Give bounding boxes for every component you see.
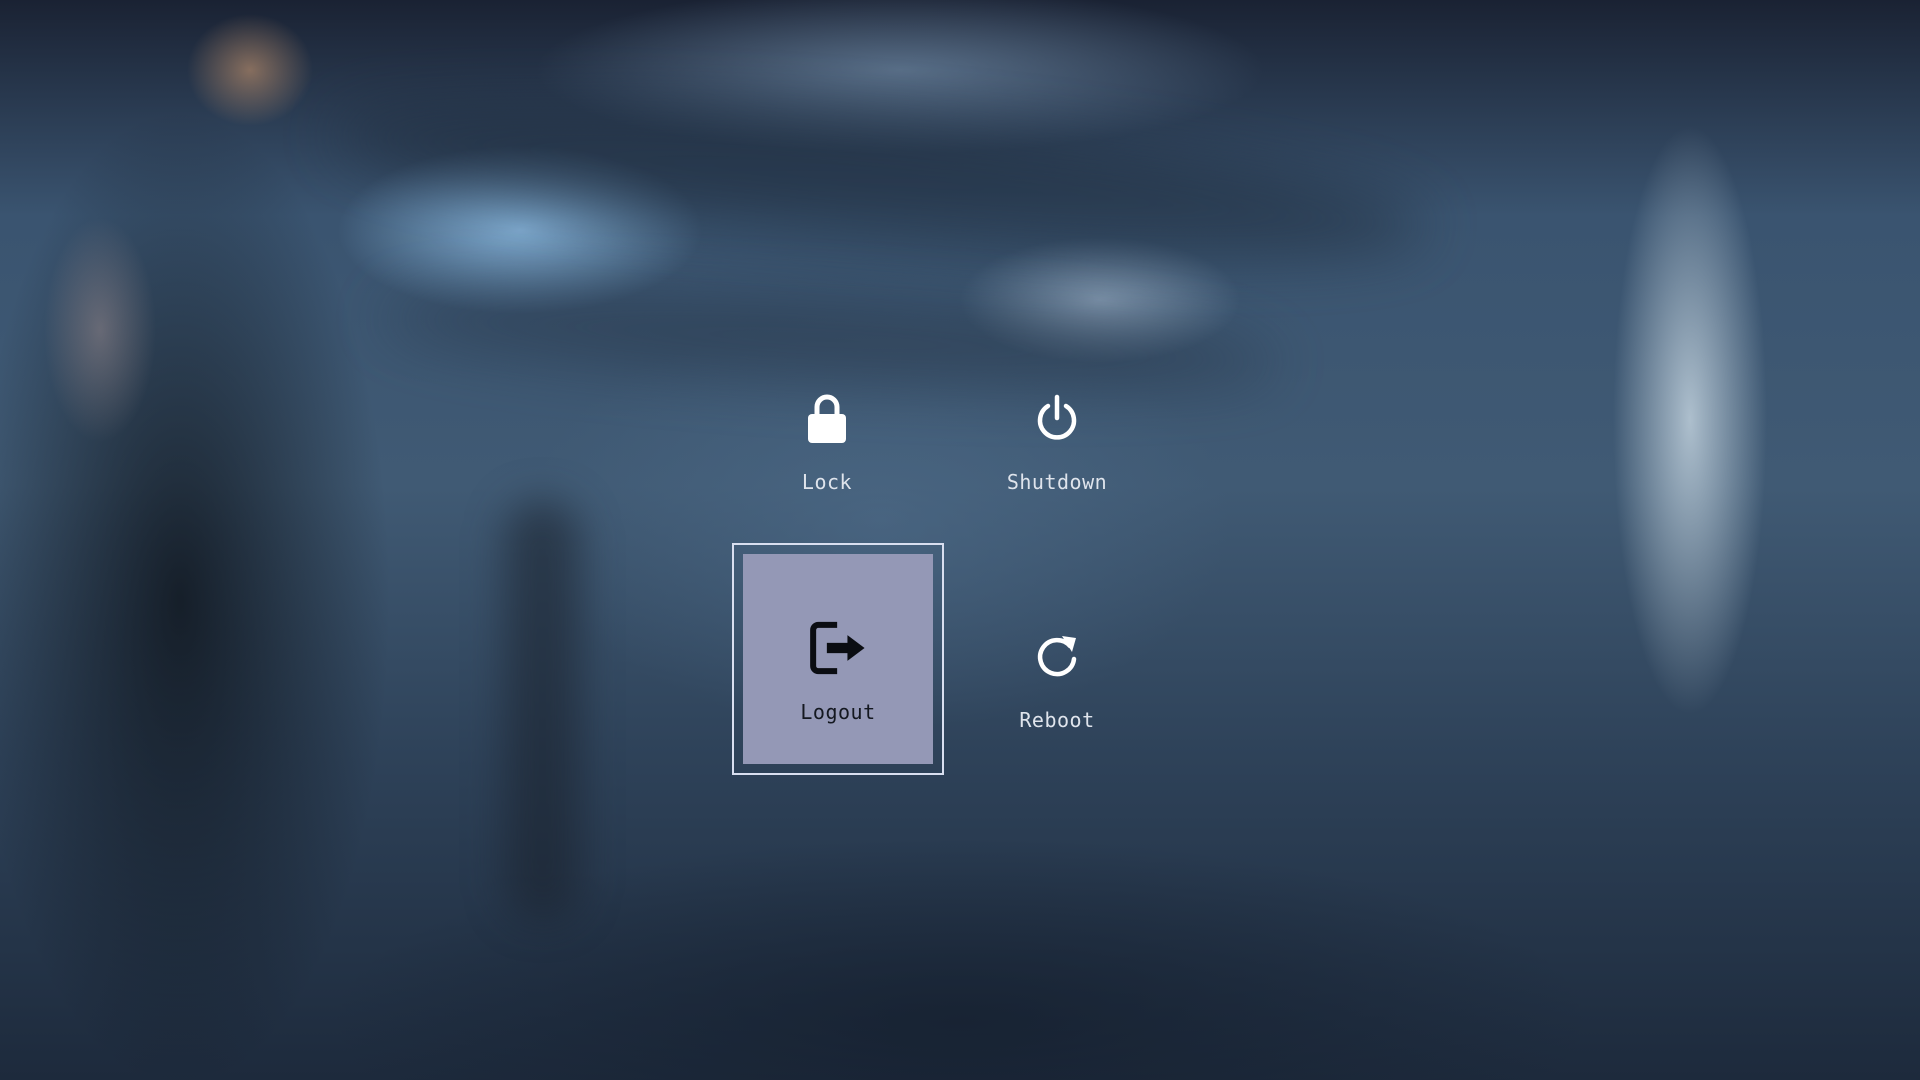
power-menu: Lock Shutdown Logout Reboot [732, 373, 1192, 775]
power-icon [1027, 389, 1087, 449]
wallpaper-shadow [326, 72, 1434, 288]
lock-label: Lock [801, 470, 853, 494]
shutdown-label: Shutdown [1006, 470, 1108, 494]
lock-icon [797, 389, 857, 449]
logout-highlight: Logout [743, 554, 933, 764]
wallpaper-figure [505, 500, 580, 920]
logout-button[interactable]: Logout [732, 543, 944, 775]
logout-label: Logout [800, 700, 876, 724]
reboot-button[interactable]: Reboot [962, 611, 1152, 819]
logout-icon [808, 618, 868, 678]
shutdown-button[interactable]: Shutdown [962, 373, 1152, 581]
reboot-icon [1027, 627, 1087, 687]
reboot-label: Reboot [1019, 708, 1095, 732]
